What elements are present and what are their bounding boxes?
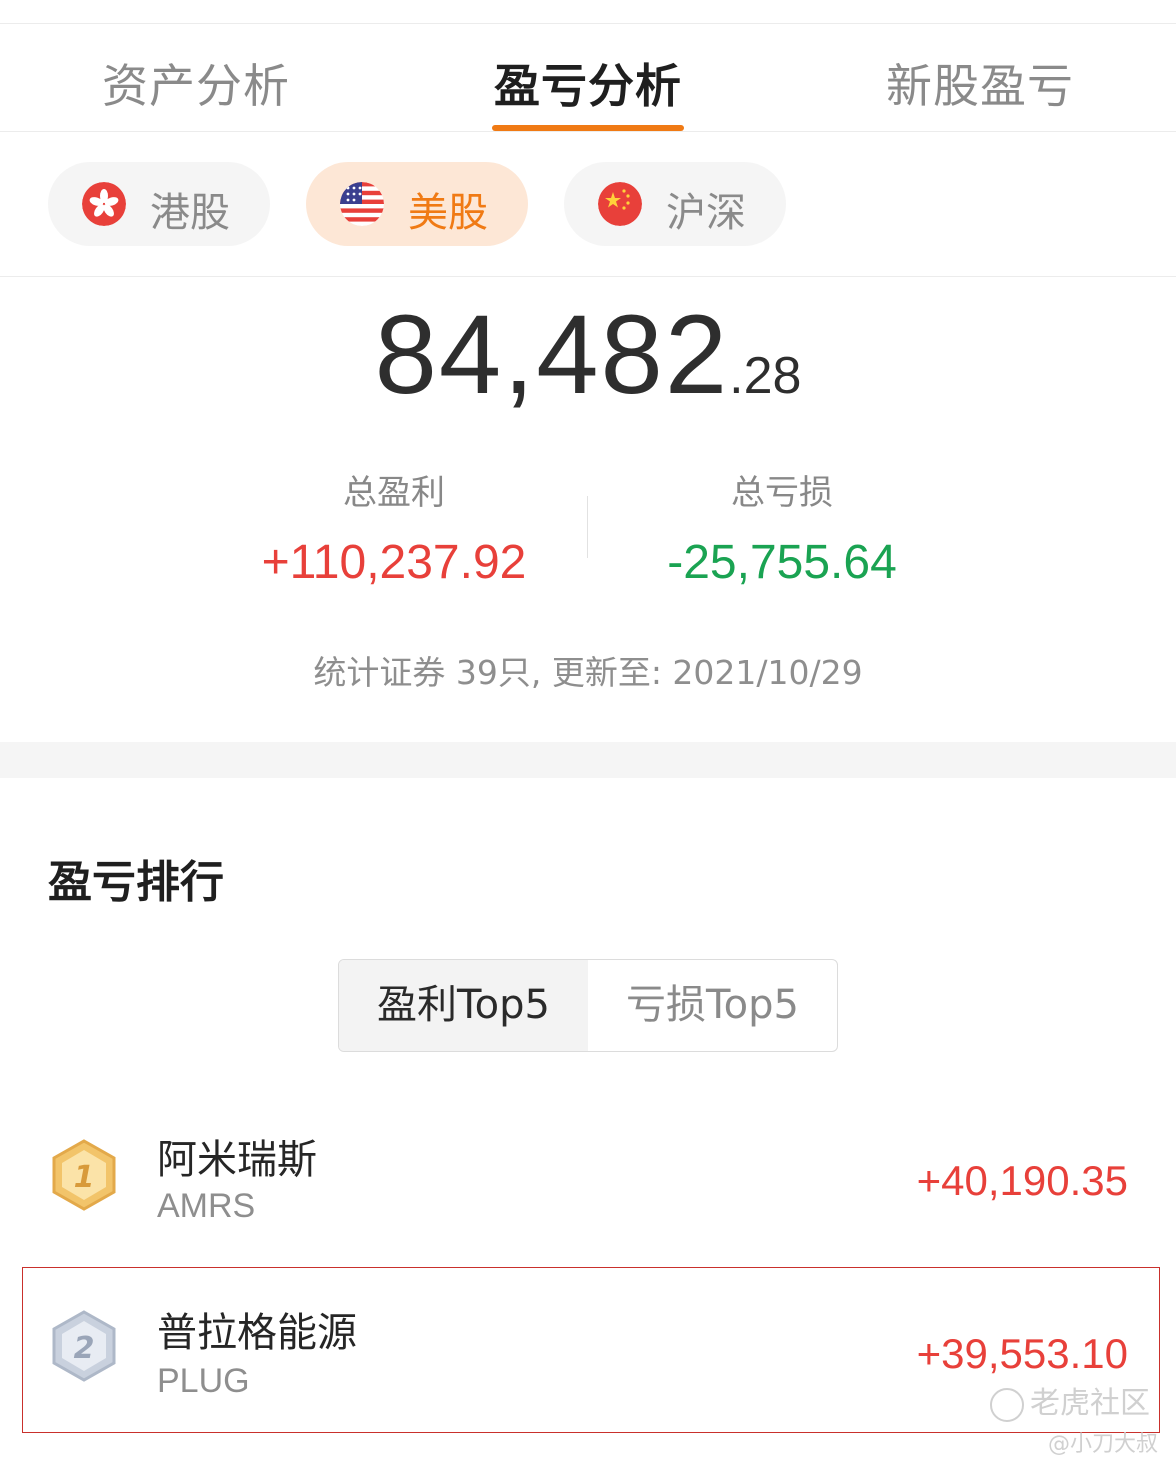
- hk-flag-icon: [82, 182, 126, 226]
- analysis-tabs: 资产分析 盈亏分析 新股盈亏: [0, 24, 1176, 132]
- us-flag-icon: [340, 182, 384, 226]
- total-loss-label: 总亏损: [731, 473, 833, 513]
- stock-name: 阿米瑞斯: [157, 1137, 317, 1183]
- market-chip-cn[interactable]: 沪深: [564, 162, 786, 246]
- total-profit-label: 总盈利: [343, 473, 445, 513]
- tab-asset-analysis[interactable]: 资产分析: [46, 50, 346, 116]
- rank-number: 1: [74, 1160, 95, 1195]
- tiger-logo-icon: [990, 1387, 1024, 1422]
- active-tab-indicator: [492, 125, 684, 131]
- watermark-user: @小刀大叔: [1048, 1432, 1159, 1457]
- ranking-row[interactable]: 1 阿米瑞斯 AMRS +40,190.35: [0, 1097, 1176, 1267]
- total-pnl: 84,482.28: [0, 290, 1176, 419]
- watermark-brand-text: 老虎社区: [1030, 1386, 1150, 1421]
- rank-number: 2: [74, 1331, 95, 1366]
- stock-pnl: +40,190.35: [916, 1157, 1128, 1204]
- watermark-brand: 老虎社区: [990, 1378, 1150, 1422]
- total-pnl-integer: 84,482: [374, 292, 730, 417]
- market-selector: 港股 美股 沪深: [0, 132, 1176, 277]
- market-label-cn: 沪深: [666, 190, 746, 236]
- stats-footnote: 统计证券 39只, 更新至: 2021/10/29: [313, 653, 863, 692]
- stock-code: AMRS: [157, 1187, 256, 1225]
- total-pnl-decimal: .28: [729, 347, 802, 405]
- cn-flag-icon: [598, 182, 642, 226]
- silver-rank-badge-icon: 2: [50, 1310, 118, 1382]
- total-loss-value: -25,755.64: [667, 536, 897, 589]
- gold-rank-badge-icon: 1: [50, 1139, 118, 1211]
- market-chip-hk[interactable]: 港股: [48, 162, 270, 246]
- ranking-title: 盈亏排行: [48, 857, 224, 908]
- stock-pnl: +39,553.10: [916, 1330, 1128, 1377]
- ranking-toggle: 盈利Top5 亏损Top5: [338, 959, 838, 1052]
- profit-top5-button[interactable]: 盈利Top5: [339, 960, 588, 1051]
- market-label-hk: 港股: [150, 190, 230, 236]
- total-profit-value: +110,237.92: [261, 536, 527, 589]
- tab-ipo-pnl[interactable]: 新股盈亏: [830, 50, 1130, 116]
- stock-code: PLUG: [157, 1362, 250, 1400]
- stock-name: 普拉格能源: [157, 1310, 357, 1356]
- section-separator: [0, 742, 1176, 778]
- tab-pnl-analysis[interactable]: 盈亏分析: [438, 50, 738, 116]
- market-chip-us[interactable]: 美股: [306, 162, 528, 246]
- loss-top5-button[interactable]: 亏损Top5: [588, 960, 837, 1051]
- market-label-us: 美股: [408, 190, 488, 236]
